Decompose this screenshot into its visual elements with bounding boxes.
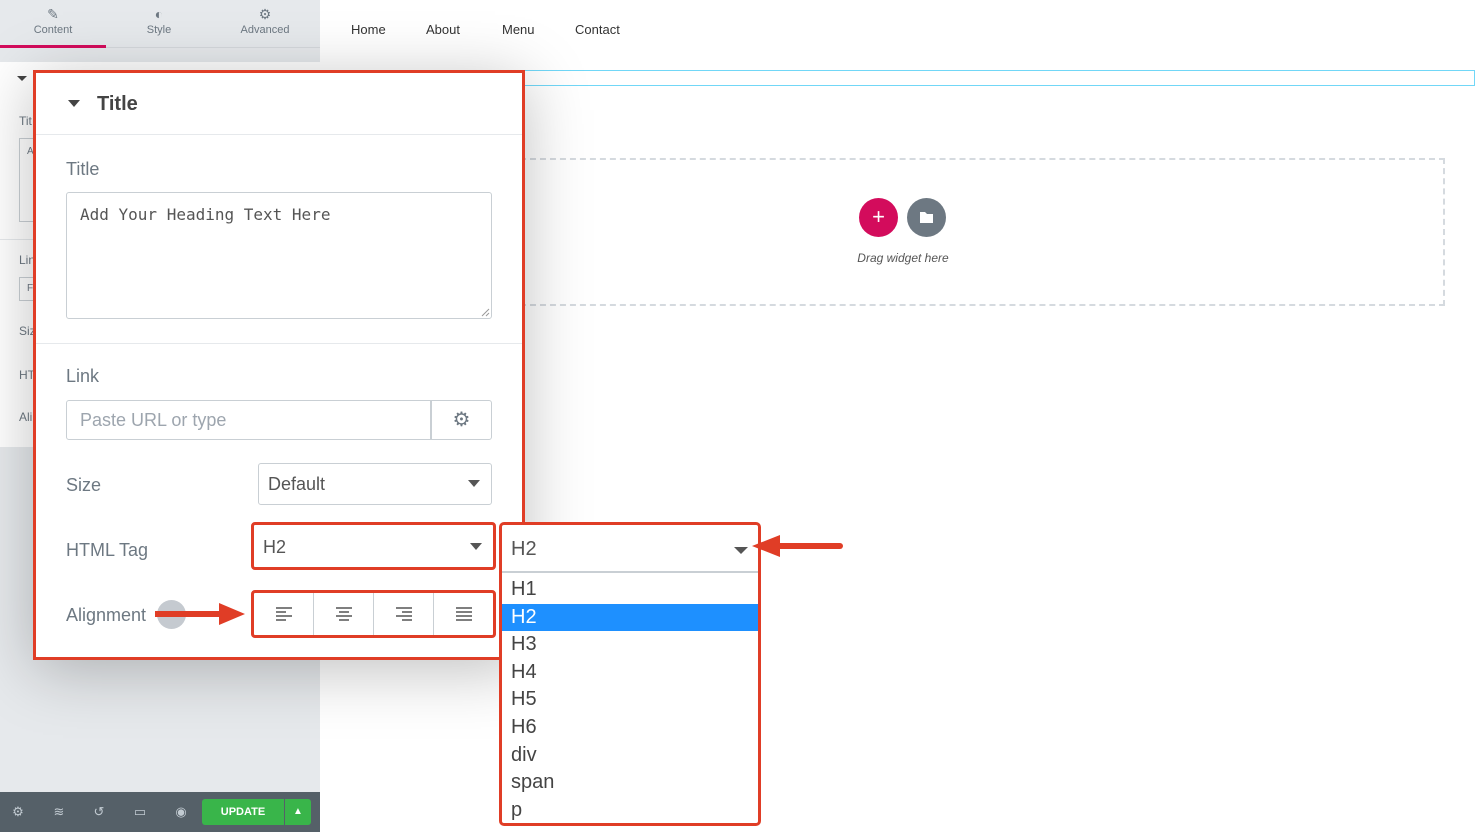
size-select-value: Default [268,474,326,494]
option-h4[interactable]: H4 [502,659,758,687]
drag-widget-hint: Drag widget here [857,251,949,265]
alignment-button-group [251,590,496,638]
arrow-left-icon [752,535,843,557]
tab-content-label: Content [33,24,73,36]
size-select[interactable]: Default [258,463,492,505]
align-center-icon [336,607,352,621]
pencil-icon: ✎ [47,6,59,22]
nav-home[interactable]: Home [351,22,386,37]
tab-style-label: Style [146,24,172,36]
dropdown-selected-value: H2 [511,538,537,560]
option-h3[interactable]: H3 [502,631,758,659]
tab-advanced[interactable]: ⚙ Advanced [212,0,318,48]
tab-style[interactable]: ◐ Style [106,0,212,48]
layers-icon[interactable]: ≋ [51,804,67,820]
option-span[interactable]: span [502,769,758,797]
option-h5[interactable]: H5 [502,686,758,714]
link-input[interactable]: Paste URL or type [66,400,431,440]
nav-about[interactable]: About [426,22,460,37]
html-tag-select-value: H2 [263,537,287,557]
align-right-button[interactable] [374,593,434,635]
title-textarea[interactable]: Add Your Heading Text Here [66,192,492,319]
html-tag-field-label: HTML Tag [66,540,149,560]
html-tag-dropdown-select[interactable]: H2 [502,525,758,573]
empty-section-dropzone[interactable] [510,158,1445,306]
section-title: Title [97,93,138,115]
title-field-label: Title [66,159,100,179]
size-field-label: Size [66,475,102,495]
nav-menu[interactable]: Menu [502,22,535,37]
title-controls-zoom: Title Title Add Your Heading Text Here L… [33,70,525,660]
option-div[interactable]: div [502,742,758,770]
align-justify-icon [456,607,472,621]
align-left-button[interactable] [254,593,314,635]
nav-contact[interactable]: Contact [575,22,620,37]
link-field-label: Link [66,366,100,386]
chevron-down-icon [470,543,482,550]
bg-align-label: Ali [19,410,33,424]
option-h2[interactable]: H2 [502,603,758,632]
option-h1[interactable]: H1 [502,576,758,604]
align-center-button[interactable] [314,593,374,635]
update-options-button[interactable]: ▲ [285,799,311,825]
tab-content[interactable]: ✎ Content [0,0,106,48]
preview-icon[interactable]: ◉ [173,804,189,820]
link-options-button[interactable]: ⚙ [431,400,492,440]
chevron-down-icon [734,547,748,554]
arrow-right-icon [155,603,245,625]
folder-icon [920,212,933,223]
half-circle-icon: ◐ [154,6,164,22]
update-button[interactable]: UPDATE [202,799,284,825]
bg-caret-icon [17,76,27,81]
responsive-icon[interactable]: ▭ [132,804,148,820]
settings-icon[interactable]: ⚙ [10,804,26,820]
add-section-button[interactable]: + [859,198,898,237]
bg-title-label: Tit [19,114,32,128]
gear-icon: ⚙ [452,409,471,431]
align-justify-button[interactable] [434,593,494,635]
gear-icon: ⚙ [258,6,272,22]
section-divider [36,343,522,344]
title-section-header[interactable]: Title [36,73,522,135]
chevron-down-icon [468,480,480,487]
caret-down-icon [68,100,80,107]
align-left-icon [276,607,292,621]
tab-advanced-label: Advanced [240,24,290,36]
html-tag-select[interactable]: H2 [251,522,496,570]
align-right-icon [396,607,412,621]
option-h6[interactable]: H6 [502,714,758,742]
history-icon[interactable]: ↺ [91,804,107,820]
alignment-field-label: Alignment [66,605,147,625]
add-template-button[interactable] [907,198,946,237]
html-tag-dropdown: H2 H1 H2 H3 H4 H5 H6 div span p [499,522,761,826]
option-p[interactable]: p [502,797,758,825]
editor-tabs: ✎ Content ◐ Style ⚙ Advanced [0,0,320,48]
section-outline[interactable] [500,70,1475,86]
resize-handle-icon[interactable] [481,308,490,317]
dropdown-options: H1 H2 H3 H4 H5 H6 div span p [502,576,758,824]
